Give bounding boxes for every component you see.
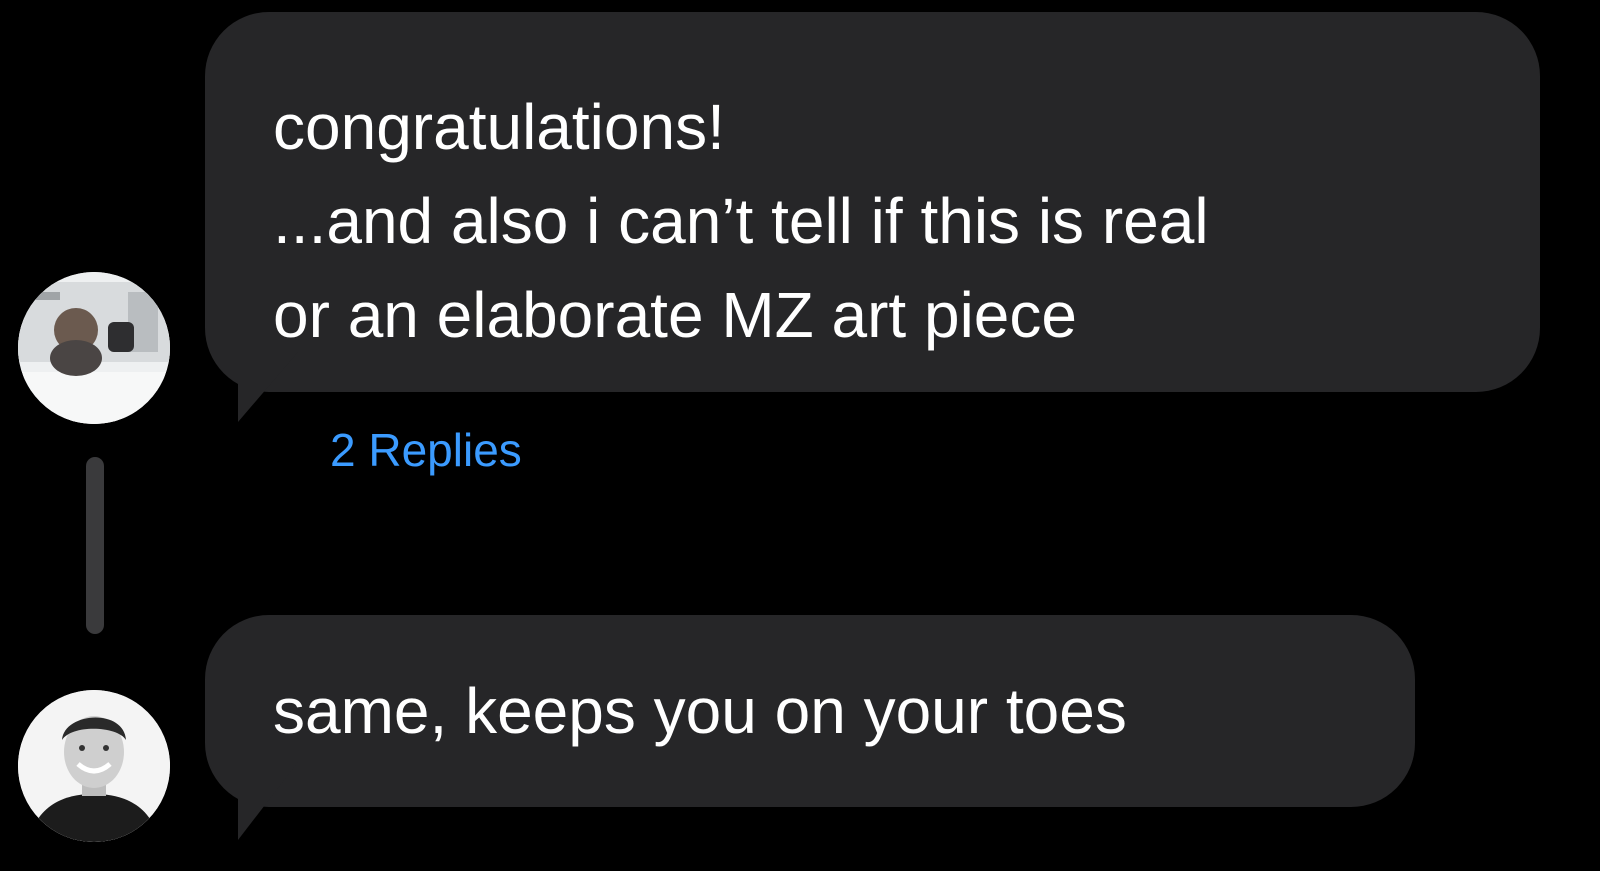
sender-avatar[interactable] bbox=[18, 690, 170, 842]
message-bubble[interactable]: same, keeps you on your toes bbox=[205, 615, 1415, 807]
message-line: ...and also i can’t tell if this is real bbox=[273, 185, 1209, 257]
message-line: or an elaborate MZ art piece bbox=[273, 279, 1077, 351]
replies-link[interactable]: 2 Replies bbox=[330, 422, 522, 478]
avatar-photo-icon bbox=[18, 272, 170, 424]
message-line: congratulations! bbox=[273, 91, 725, 163]
bubble-tail bbox=[238, 352, 298, 422]
sender-avatar[interactable] bbox=[18, 272, 170, 424]
thread-connector-line bbox=[86, 457, 104, 634]
avatar-photo-icon bbox=[18, 690, 170, 842]
bubble-tail bbox=[238, 762, 298, 840]
message-thread: congratulations! ...and also i can’t tel… bbox=[0, 0, 1600, 871]
message-bubble[interactable]: congratulations! ...and also i can’t tel… bbox=[205, 12, 1540, 392]
message-line: same, keeps you on your toes bbox=[273, 675, 1127, 747]
